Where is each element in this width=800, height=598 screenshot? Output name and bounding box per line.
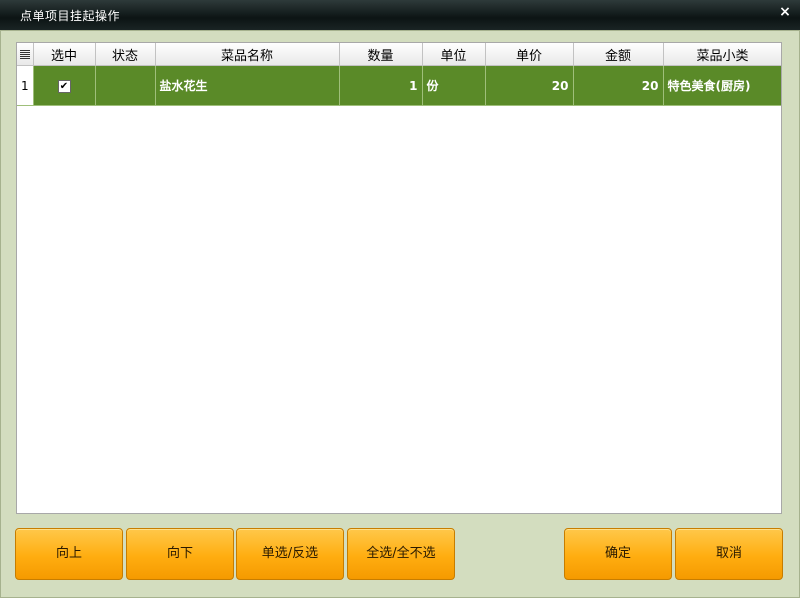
table-header-row: 选中 状态 菜品名称 数量 单位 单价 金额 菜品小类 [17,43,781,66]
col-header-selected[interactable]: 选中 [33,43,96,66]
col-header-unit-price[interactable]: 单价 [485,43,574,66]
list-icon [19,49,30,59]
window-title: 点单项目挂起操作 [20,9,121,23]
row-checkbox[interactable]: ✔ [57,79,71,93]
close-icon[interactable]: × [778,4,792,20]
row-quantity: 1 [339,65,423,106]
col-header-quantity[interactable]: 数量 [339,43,423,66]
cancel-button[interactable]: 取消 [675,528,783,580]
row-amount: 20 [573,65,664,106]
col-header-status[interactable]: 状态 [95,43,156,66]
row-index: 1 [17,65,34,106]
title-bar: 点单项目挂起操作 × [0,0,800,30]
table-row[interactable]: 1 ✔ 盐水花生 1 份 20 20 特色美食(厨房) [17,65,781,106]
select-all-button[interactable]: 全选/全不选 [347,528,455,580]
toggle-select-button[interactable]: 单选/反选 [236,528,344,580]
confirm-button[interactable]: 确定 [564,528,672,580]
col-header-dish-name[interactable]: 菜品名称 [155,43,340,66]
dish-grid[interactable]: 选中 状态 菜品名称 数量 单位 单价 金额 菜品小类 1 ✔ 盐水花生 1 份… [16,42,782,514]
col-header-amount[interactable]: 金额 [573,43,664,66]
row-unit-price: 20 [485,65,574,106]
col-header-unit[interactable]: 单位 [422,43,486,66]
dish-table: 选中 状态 菜品名称 数量 单位 单价 金额 菜品小类 1 ✔ 盐水花生 1 份… [17,43,781,106]
row-selector-header[interactable] [17,43,34,66]
row-status [95,65,156,106]
row-dish-name: 盐水花生 [155,65,340,106]
row-unit: 份 [422,65,486,106]
row-select-cell[interactable]: ✔ [33,65,96,106]
move-up-button[interactable]: 向上 [15,528,123,580]
row-category: 特色美食(厨房) [663,65,781,106]
col-header-category[interactable]: 菜品小类 [663,43,781,66]
move-down-button[interactable]: 向下 [126,528,234,580]
